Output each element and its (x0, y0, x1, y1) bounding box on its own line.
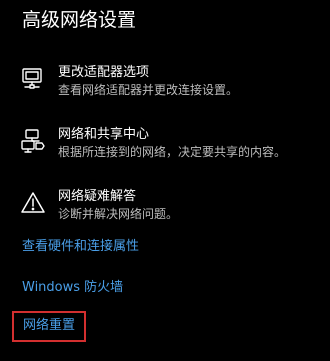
windows-firewall-link[interactable]: Windows 防火墙 (22, 279, 123, 297)
page-title: 高级网络设置 (22, 9, 137, 31)
network-reset-link[interactable]: 网络重置 (12, 311, 87, 342)
warning-triangle-icon (20, 190, 46, 216)
sharing-center-icon (20, 128, 46, 154)
setting-description: 根据所连接到的网络，决定要共享的内容。 (58, 145, 287, 159)
setting-change-adapter-options[interactable]: 更改适配器选项 查看网络适配器并更改连接设置。 (20, 64, 320, 104)
setting-name: 网络疑难解答 (58, 189, 137, 204)
hardware-properties-link[interactable]: 查看硬件和连接属性 (22, 238, 139, 256)
setting-name: 网络和共享中心 (58, 127, 150, 142)
setting-description: 查看网络适配器并更改连接设置。 (58, 83, 239, 97)
setting-description: 诊断并解决网络问题。 (58, 207, 179, 221)
network-adapter-icon (20, 66, 46, 92)
setting-name: 更改适配器选项 (58, 65, 150, 80)
setting-network-troubleshooter[interactable]: 网络疑难解答 诊断并解决网络问题。 (20, 188, 320, 228)
setting-network-sharing-center[interactable]: 网络和共享中心 根据所连接到的网络，决定要共享的内容。 (20, 126, 320, 166)
